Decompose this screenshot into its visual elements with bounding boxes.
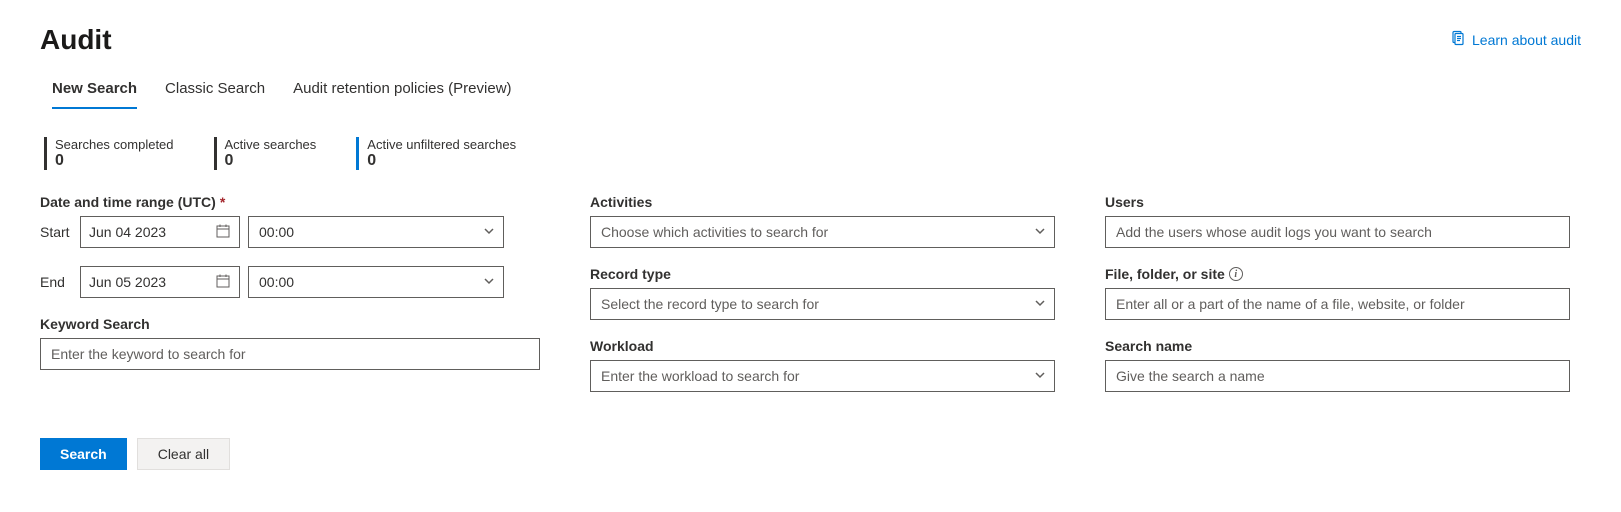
learn-link-label: Learn about audit [1472,32,1581,48]
activities-label: Activities [590,194,1055,210]
stat-bar-icon [356,137,359,170]
chevron-down-icon [1034,368,1046,384]
users-label: Users [1105,194,1570,210]
tab-classic-search[interactable]: Classic Search [165,74,265,109]
start-date-input[interactable]: Jun 04 2023 [80,216,240,248]
tabs: New Search Classic Search Audit retentio… [40,74,1581,109]
keyword-placeholder: Enter the keyword to search for [51,346,246,362]
start-time-select[interactable]: 00:00 [248,216,504,248]
tab-new-search[interactable]: New Search [52,74,137,109]
activities-select[interactable]: Choose which activities to search for [590,216,1055,248]
keyword-input[interactable]: Enter the keyword to search for [40,338,540,370]
users-input[interactable]: Add the users whose audit logs you want … [1105,216,1570,248]
stat-label: Active searches [225,137,317,152]
chevron-down-icon [483,274,495,290]
search-name-label: Search name [1105,338,1570,354]
start-date-value: Jun 04 2023 [89,224,166,240]
file-label: File, folder, or site i [1105,266,1570,282]
stat-value: 0 [55,152,174,170]
file-input[interactable]: Enter all or a part of the name of a fil… [1105,288,1570,320]
workload-label: Workload [590,338,1055,354]
stat-active-unfiltered: Active unfiltered searches 0 [356,137,516,170]
stat-value: 0 [225,152,317,170]
page-title: Audit [40,24,112,56]
calendar-icon [215,223,231,242]
tab-retention-policies[interactable]: Audit retention policies (Preview) [293,74,511,109]
required-asterisk: * [220,194,225,210]
users-placeholder: Add the users whose audit logs you want … [1116,224,1432,240]
workload-select[interactable]: Enter the workload to search for [590,360,1055,392]
start-time-value: 00:00 [259,224,294,240]
record-type-placeholder: Select the record type to search for [601,296,819,312]
search-name-placeholder: Give the search a name [1116,368,1265,384]
end-time-value: 00:00 [259,274,294,290]
chevron-down-icon [1034,224,1046,240]
info-icon[interactable]: i [1229,267,1243,281]
stat-bar-icon [44,137,47,170]
chevron-down-icon [483,224,495,240]
end-label: End [40,274,72,290]
document-icon [1450,30,1466,49]
end-time-select[interactable]: 00:00 [248,266,504,298]
end-date-input[interactable]: Jun 05 2023 [80,266,240,298]
stat-searches-completed: Searches completed 0 [44,137,174,170]
search-name-input[interactable]: Give the search a name [1105,360,1570,392]
record-type-select[interactable]: Select the record type to search for [590,288,1055,320]
stat-value: 0 [367,152,516,170]
stat-bar-icon [214,137,217,170]
stat-label: Active unfiltered searches [367,137,516,152]
start-label: Start [40,224,72,240]
chevron-down-icon [1034,296,1046,312]
learn-about-audit-link[interactable]: Learn about audit [1450,30,1581,49]
activities-placeholder: Choose which activities to search for [601,224,828,240]
stat-label: Searches completed [55,137,174,152]
search-button[interactable]: Search [40,438,127,470]
end-date-value: Jun 05 2023 [89,274,166,290]
calendar-icon [215,273,231,292]
workload-placeholder: Enter the workload to search for [601,368,799,384]
stats-row: Searches completed 0 Active searches 0 A… [40,137,1581,170]
date-range-label: Date and time range (UTC) * [40,194,540,210]
record-type-label: Record type [590,266,1055,282]
keyword-label: Keyword Search [40,316,540,332]
clear-all-button[interactable]: Clear all [137,438,230,470]
stat-active-searches: Active searches 0 [214,137,317,170]
file-placeholder: Enter all or a part of the name of a fil… [1116,296,1465,312]
